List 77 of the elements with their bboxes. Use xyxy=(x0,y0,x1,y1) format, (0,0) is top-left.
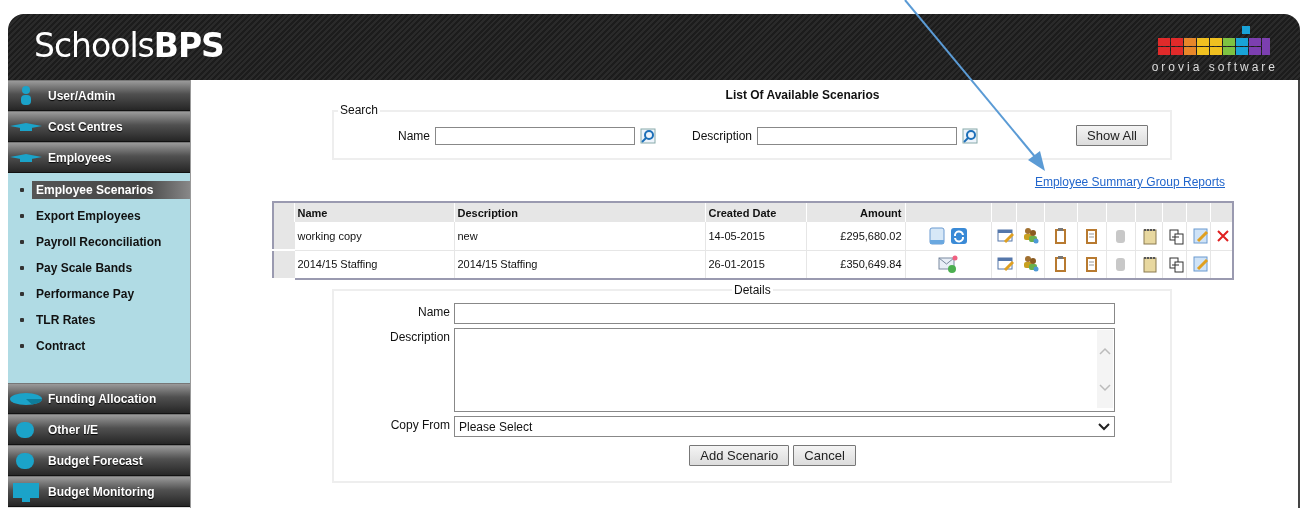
bullet-icon xyxy=(20,240,24,244)
field-label: Description xyxy=(388,329,450,346)
row-selector[interactable] xyxy=(273,222,294,250)
person-icon xyxy=(21,86,31,105)
mail-icon xyxy=(938,255,958,274)
search-legend: Search xyxy=(338,103,381,117)
bullet-icon xyxy=(20,318,24,322)
chevron-down-icon xyxy=(1098,422,1110,431)
refresh-icon xyxy=(950,226,968,245)
table-cell: working copy xyxy=(294,222,454,250)
nav-item[interactable]: Contract xyxy=(32,337,90,355)
bullet-icon xyxy=(20,266,24,270)
nav-item[interactable]: Payroll Reconciliation xyxy=(32,233,166,251)
table-cell: 26-01-2015 xyxy=(705,250,806,279)
description-field[interactable] xyxy=(454,328,1115,412)
people-icon[interactable] xyxy=(1021,226,1039,245)
column-header: Description xyxy=(454,202,705,222)
nav-item[interactable]: Employee Scenarios xyxy=(32,181,190,199)
copy-icon[interactable] xyxy=(1167,226,1185,245)
column-header: Amount xyxy=(806,202,905,222)
notepad-icon[interactable] xyxy=(1140,226,1158,245)
notepad-icon[interactable] xyxy=(1140,255,1158,274)
nav-item[interactable]: Performance Pay xyxy=(32,285,139,303)
show-all-button[interactable]: Show All xyxy=(1076,125,1148,146)
document-icon xyxy=(928,226,946,245)
nav-section[interactable]: Budget Forecast xyxy=(8,445,190,476)
search-icon[interactable] xyxy=(640,127,656,144)
nav-section[interactable]: Funding Allocation xyxy=(8,383,190,414)
search-field[interactable] xyxy=(757,126,958,145)
table-cell: £295,680.02 xyxy=(806,222,905,250)
search-icon[interactable] xyxy=(962,127,979,144)
app-logo: SchoolsBPS xyxy=(34,25,224,65)
name-field[interactable] xyxy=(454,303,1115,324)
table-cell: 2014/15 Staffing xyxy=(294,250,454,279)
bullet-icon xyxy=(20,344,24,348)
edit-window-icon[interactable] xyxy=(996,255,1014,274)
people-icon[interactable] xyxy=(1021,255,1039,274)
copy-from-dropdown[interactable]: Please Select xyxy=(454,416,1115,437)
column-header: Name xyxy=(294,202,454,222)
nav-item[interactable]: Pay Scale Bands xyxy=(32,259,137,277)
nav-section[interactable]: User/Admin xyxy=(8,80,190,111)
nav-section[interactable]: Employees xyxy=(8,142,190,173)
bullet-icon xyxy=(20,292,24,296)
column-header: Created Date xyxy=(705,202,806,222)
field-label: Name xyxy=(398,128,430,143)
edit-window-icon[interactable] xyxy=(996,226,1014,245)
bullet-icon xyxy=(20,188,24,192)
add-scenario-button[interactable]: Add Scenario xyxy=(689,445,790,466)
clipboard-icon[interactable] xyxy=(1052,226,1069,245)
corner-cell xyxy=(273,202,294,222)
field-label: Description xyxy=(692,128,753,143)
edit-form-icon[interactable] xyxy=(1191,255,1209,274)
nav-item[interactable]: TLR Rates xyxy=(32,311,100,329)
nav-section[interactable]: Budget Monitoring xyxy=(8,476,190,507)
page-title: List Of Available Scenarios xyxy=(725,88,880,102)
nav-section[interactable]: Other I/E xyxy=(8,414,190,445)
clipboard-icon[interactable] xyxy=(1083,226,1100,245)
details-legend: Details xyxy=(732,283,773,297)
search-field[interactable] xyxy=(435,126,635,145)
bullet-icon xyxy=(20,214,24,218)
row-selector[interactable] xyxy=(273,250,294,279)
nav-item[interactable]: Export Employees xyxy=(32,207,145,225)
table-cell: 14-05-2015 xyxy=(705,222,806,250)
vendor-name: orovia software xyxy=(1151,59,1278,74)
field-label: Name xyxy=(417,304,450,321)
table-cell: new xyxy=(454,222,705,250)
report-link[interactable]: Employee Summary Group Reports xyxy=(1034,175,1225,189)
field-label: Copy From xyxy=(389,417,450,434)
delete-icon[interactable] xyxy=(1215,228,1230,243)
clipboard-icon[interactable] xyxy=(1083,255,1100,274)
table-cell: 2014/15 Staffing xyxy=(454,250,705,279)
table-cell: £350,649.84 xyxy=(806,250,905,279)
cancel-button[interactable]: Cancel xyxy=(793,445,856,466)
edit-form-icon[interactable] xyxy=(1191,226,1209,245)
nav-section[interactable]: Cost Centres xyxy=(8,111,190,142)
clipboard-icon[interactable] xyxy=(1052,255,1069,274)
copy-icon[interactable] xyxy=(1167,255,1185,274)
